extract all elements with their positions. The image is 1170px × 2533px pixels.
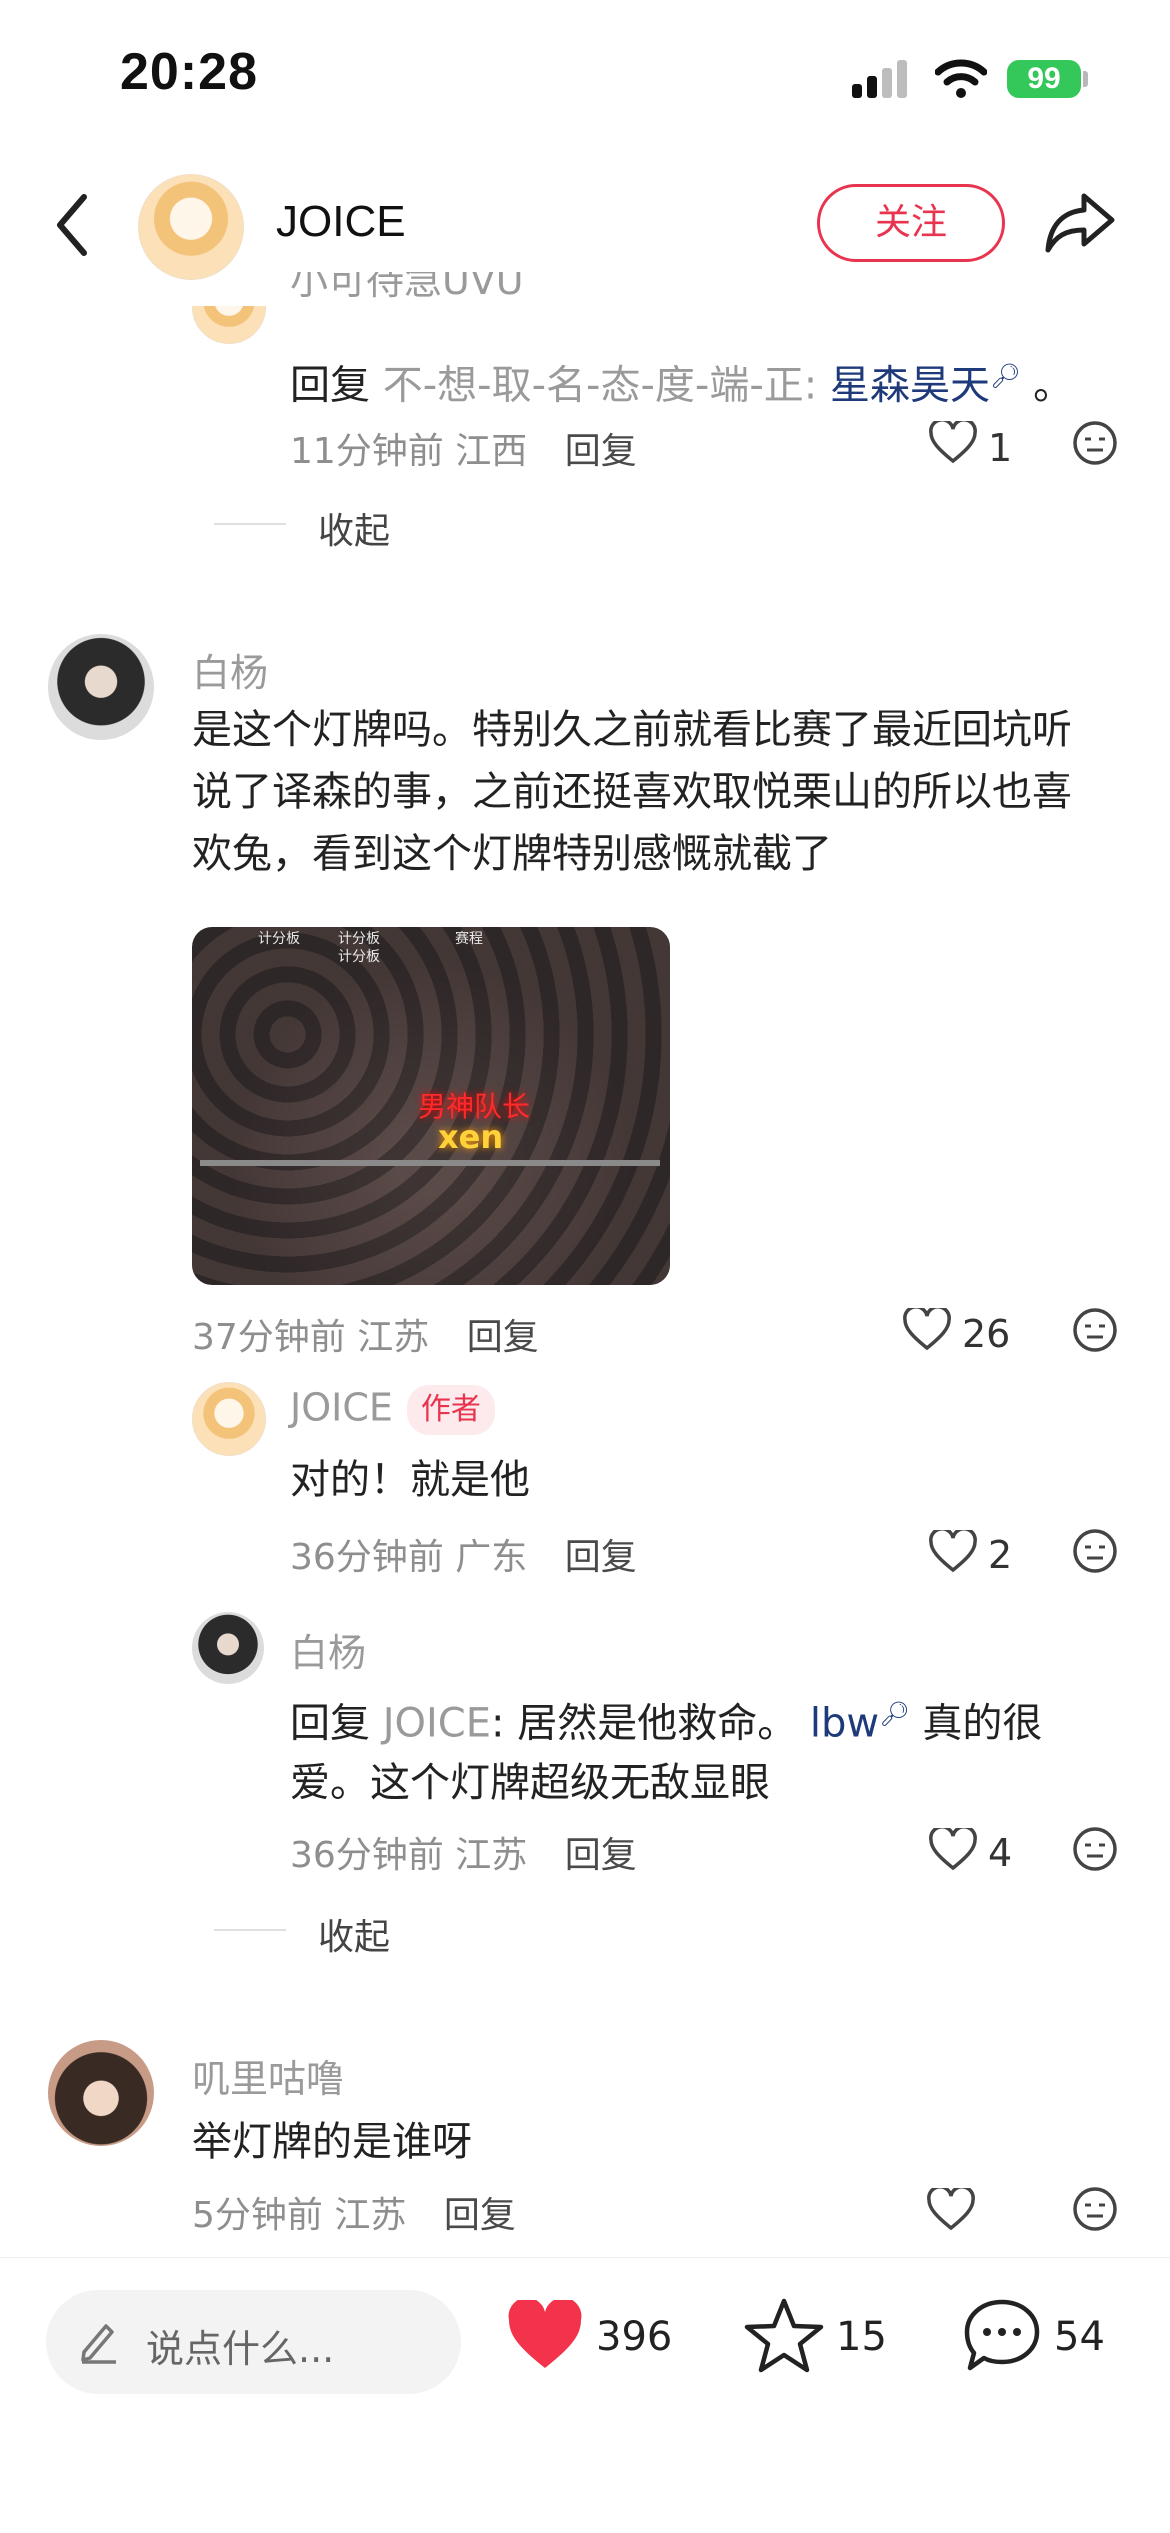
comment-text: 回复 不-想-取-名-态-度-端-正: 星森昊天🔎︎ 。 <box>290 362 1074 409</box>
battery-tip <box>1083 71 1088 87</box>
mention-link[interactable]: 星森昊天 <box>830 362 990 408</box>
star-icon[interactable] <box>744 2296 824 2374</box>
comment-username: JOICE 作者 <box>290 1385 495 1435</box>
dislike-face-icon[interactable] <box>1072 420 1118 466</box>
comment-text: 是这个灯牌吗。特别久之前就看比赛了最近回坑听 说了译森的事，之前还挺喜欢取悦栗山… <box>192 707 1072 877</box>
reply-target-link[interactable]: 不-想-取-名-态-度-端-正 <box>383 362 804 408</box>
search-icon: 🔎︎ <box>879 1700 910 1728</box>
reply-button[interactable]: 回复 <box>467 1317 539 1358</box>
like-count: 1 <box>988 426 1013 470</box>
reply-button[interactable]: 回复 <box>444 2195 516 2236</box>
comment-username[interactable]: 白杨 <box>290 1622 366 1677</box>
mention-link[interactable]: lbw <box>810 1700 879 1746</box>
reply-button[interactable]: 回复 <box>565 1835 637 1876</box>
post-like-count: 396 <box>596 2314 673 2360</box>
cellular-signal-icon <box>852 60 907 98</box>
like-count: 2 <box>988 1533 1013 1577</box>
author-badge: 作者 <box>406 1385 495 1435</box>
comment-avatar[interactable] <box>192 1612 264 1684</box>
image-tab-label: 计分板 <box>258 931 300 947</box>
comment-meta: 5分钟前 江苏 回复 <box>192 2195 516 2236</box>
like-count: 4 <box>988 1831 1013 1875</box>
comment-avatar[interactable] <box>48 2040 154 2146</box>
author-avatar[interactable] <box>138 174 244 280</box>
image-tab-label: 计分板 <box>338 949 380 965</box>
comment-avatar[interactable] <box>48 634 154 740</box>
search-icon: 🔎︎ <box>989 362 1021 390</box>
heart-icon[interactable] <box>928 1828 978 1872</box>
back-arrow-icon[interactable] <box>52 192 92 258</box>
dislike-face-icon[interactable] <box>1072 1307 1118 1353</box>
comment-avatar[interactable] <box>192 306 266 344</box>
follow-button[interactable]: 关注 <box>817 184 1005 262</box>
battery-indicator: 99 <box>1007 60 1081 98</box>
comment-username[interactable]: 叽里咕噜 <box>192 2048 344 2103</box>
collapse-divider <box>214 523 286 525</box>
dislike-face-icon[interactable] <box>1072 1528 1118 1574</box>
heart-filled-icon[interactable] <box>506 2300 584 2372</box>
status-time: 20:28 <box>120 43 258 101</box>
image-railing <box>200 1160 660 1166</box>
heart-icon[interactable] <box>902 1308 952 1352</box>
image-tab-label: 赛程 <box>455 931 483 947</box>
like-count: 26 <box>962 1312 1011 1356</box>
comment-username[interactable]: 白杨 <box>192 642 268 697</box>
reply-button[interactable]: 回复 <box>565 1537 637 1578</box>
image-neon-sign: xen <box>438 1118 504 1156</box>
comment-username[interactable]: 小可待急UVU <box>290 272 524 298</box>
comment-text: 回复 JOICE: 居然是他救命。 lbw🔎︎ 真的很 爱。这个灯牌超级无敌显眼 <box>290 1700 1043 1807</box>
image-tab-label: 计分板 <box>338 931 380 947</box>
post-comment-count: 54 <box>1054 2314 1105 2360</box>
share-icon[interactable] <box>1044 190 1116 254</box>
heart-icon[interactable] <box>928 421 978 465</box>
dislike-face-icon[interactable] <box>1072 2186 1118 2232</box>
comment-text: 举灯牌的是谁呀 <box>192 2119 472 2165</box>
heart-icon[interactable] <box>926 2188 976 2232</box>
comment-meta: 36分钟前 江苏 回复 <box>290 1835 637 1876</box>
pencil-icon <box>81 2324 116 2364</box>
comment-input-placeholder[interactable]: 说点什么... <box>146 2318 334 2373</box>
wifi-icon <box>935 59 987 98</box>
comment-bubble-icon[interactable] <box>962 2296 1042 2376</box>
collapse-replies-button[interactable]: 收起 <box>318 1908 390 1960</box>
post-favorite-count: 15 <box>836 2314 887 2360</box>
comment-meta: 11分钟前 江西 回复 <box>290 431 637 472</box>
dislike-face-icon[interactable] <box>1072 1826 1118 1872</box>
comment-avatar[interactable] <box>192 1382 266 1456</box>
reply-target-link[interactable]: JOICE <box>383 1700 491 1746</box>
collapse-divider <box>214 1929 286 1931</box>
heart-icon[interactable] <box>928 1530 978 1574</box>
author-name[interactable]: JOICE <box>276 197 406 247</box>
collapse-replies-button[interactable]: 收起 <box>318 502 390 554</box>
comment-meta: 37分钟前 江苏 回复 <box>192 1317 539 1358</box>
comment-text: 对的！就是他 <box>290 1457 530 1503</box>
comment-meta: 36分钟前 广东 回复 <box>290 1537 637 1578</box>
reply-button[interactable]: 回复 <box>565 431 637 472</box>
